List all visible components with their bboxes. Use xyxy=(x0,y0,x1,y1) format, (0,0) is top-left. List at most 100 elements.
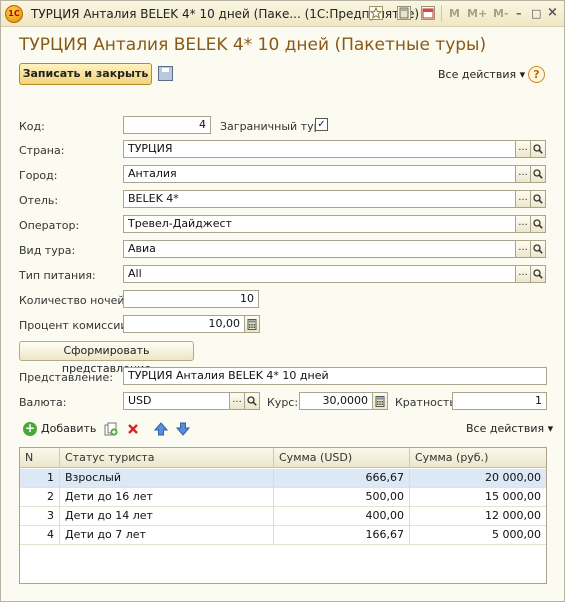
column-header-status[interactable]: Статус туриста xyxy=(60,448,274,468)
window-title: ТУРЦИЯ Анталия BELEK 4* 10 дней (Паке...… xyxy=(31,7,420,21)
hotel-select-button[interactable]: ... xyxy=(515,190,531,208)
minimize-button[interactable]: – xyxy=(516,7,522,20)
tourist-status-cell[interactable]: Дети до 14 лет xyxy=(60,507,274,526)
operator-label: Оператор: xyxy=(19,219,80,232)
multiplicity-label: Кратность: xyxy=(395,396,460,409)
meal-type-field[interactable]: All xyxy=(123,265,516,283)
currency-field[interactable]: USD xyxy=(123,392,230,410)
table-row[interactable]: 4 Дети до 7 лет 166,67 5 000,00 xyxy=(20,526,546,545)
all-actions-menu[interactable]: Все действия ▾ xyxy=(438,68,525,81)
move-up-icon[interactable] xyxy=(153,422,169,436)
rate-label: Курс: xyxy=(267,396,299,409)
nights-field[interactable]: 10 xyxy=(123,290,259,308)
sum-rub-cell[interactable]: 20 000,00 xyxy=(410,469,546,488)
sum-rub-cell[interactable]: 12 000,00 xyxy=(410,507,546,526)
column-header-n[interactable]: N xyxy=(20,448,60,468)
city-select-button[interactable]: ... xyxy=(515,165,531,183)
hotel-label: Отель: xyxy=(19,194,59,207)
search-icon[interactable] xyxy=(530,165,546,183)
search-icon[interactable] xyxy=(530,190,546,208)
tourist-status-cell[interactable]: Дети до 7 лет xyxy=(60,526,274,545)
form-heading: ТУРЦИЯ Анталия BELEK 4* 10 дней (Пакетны… xyxy=(19,35,487,55)
table-row[interactable]: 2 Дети до 16 лет 500,00 15 000,00 xyxy=(20,488,546,507)
table-header: N Статус туриста Сумма (USD) Сумма (руб.… xyxy=(20,448,546,468)
copy-row-icon[interactable] xyxy=(104,422,118,436)
commission-label: Процент комиссии: xyxy=(19,319,132,332)
meal-type-select-button[interactable]: ... xyxy=(515,265,531,283)
chevron-down-icon: ▾ xyxy=(547,422,554,435)
sum-usd-cell[interactable]: 666,67 xyxy=(274,469,410,488)
operator-select-button[interactable]: ... xyxy=(515,215,531,233)
country-label: Страна: xyxy=(19,144,65,157)
memory-button[interactable]: M xyxy=(449,7,460,20)
multiplicity-field[interactable]: 1 xyxy=(452,392,547,410)
move-down-icon[interactable] xyxy=(175,422,191,436)
sum-usd-cell[interactable]: 166,67 xyxy=(274,526,410,545)
add-row-button[interactable]: Добавить xyxy=(41,422,96,435)
city-label: Город: xyxy=(19,169,58,182)
row-number: 2 xyxy=(20,488,60,507)
search-icon[interactable] xyxy=(530,240,546,258)
sum-usd-cell[interactable]: 500,00 xyxy=(274,488,410,507)
calculator-icon[interactable] xyxy=(244,315,260,333)
save-floppy-icon[interactable] xyxy=(158,66,173,81)
calculator-icon[interactable] xyxy=(397,6,411,20)
commission-field[interactable]: 10,00 xyxy=(123,315,245,333)
all-actions-label: Все действия xyxy=(438,68,517,81)
favorite-star-icon[interactable] xyxy=(369,6,383,20)
meal-type-label: Тип питания: xyxy=(19,269,96,282)
column-header-sum-usd[interactable]: Сумма (USD) xyxy=(274,448,410,468)
table-row[interactable]: 1 Взрослый 666,67 20 000,00 xyxy=(20,469,546,488)
search-icon[interactable] xyxy=(530,140,546,158)
tourist-prices-table[interactable]: N Статус туриста Сумма (USD) Сумма (руб.… xyxy=(19,447,547,584)
tour-type-select-button[interactable]: ... xyxy=(515,240,531,258)
row-number: 4 xyxy=(20,526,60,545)
memory-minus-button[interactable]: M- xyxy=(493,7,509,20)
save-and-close-button[interactable]: Записать и закрыть xyxy=(19,63,152,85)
add-row-icon[interactable]: + xyxy=(23,422,37,436)
toolbar-separator xyxy=(441,5,442,22)
table-all-actions-label: Все действия xyxy=(466,422,545,435)
currency-label: Валюта: xyxy=(19,396,67,409)
foreign-tour-label: Заграничный тур: xyxy=(220,120,325,133)
search-icon[interactable] xyxy=(244,392,260,410)
city-field[interactable]: Анталия xyxy=(123,165,516,183)
rate-field[interactable]: 30,0000 xyxy=(299,392,373,410)
chevron-down-icon: ▾ xyxy=(519,68,526,81)
sum-rub-cell[interactable]: 5 000,00 xyxy=(410,526,546,545)
code-label: Код: xyxy=(19,120,45,133)
calculator-icon[interactable] xyxy=(372,392,388,410)
restore-button[interactable]: □ xyxy=(531,7,541,20)
table-all-actions-menu[interactable]: Все действия ▾ xyxy=(466,422,553,435)
table-row[interactable]: 3 Дети до 14 лет 400,00 12 000,00 xyxy=(20,507,546,526)
app-logo-icon[interactable]: 1С xyxy=(5,5,23,23)
presentation-label: Представление: xyxy=(19,371,113,384)
hotel-field[interactable]: BELEK 4* xyxy=(123,190,516,208)
generate-presentation-button[interactable]: Сформировать представление xyxy=(19,341,194,375)
form-window: 1С ТУРЦИЯ Анталия BELEK 4* 10 дней (Паке… xyxy=(0,0,565,602)
search-icon[interactable] xyxy=(530,215,546,233)
column-header-sum-rub[interactable]: Сумма (руб.) xyxy=(410,448,546,468)
country-select-button[interactable]: ... xyxy=(515,140,531,158)
tourist-status-cell[interactable]: Дети до 16 лет xyxy=(60,488,274,507)
memory-plus-button[interactable]: M+ xyxy=(467,7,487,20)
foreign-tour-checkbox[interactable]: ✓ xyxy=(315,118,328,131)
close-button[interactable]: × xyxy=(547,5,558,20)
search-icon[interactable] xyxy=(530,265,546,283)
tour-type-field[interactable]: Авиа xyxy=(123,240,516,258)
help-icon[interactable]: ? xyxy=(528,66,545,83)
presentation-field[interactable]: ТУРЦИЯ Анталия BELEK 4* 10 дней xyxy=(123,367,547,385)
calendar-icon[interactable] xyxy=(421,6,435,20)
code-field[interactable]: 4 xyxy=(123,116,211,134)
nights-label: Количество ночей: xyxy=(19,294,129,307)
delete-row-icon[interactable] xyxy=(126,422,140,436)
operator-field[interactable]: Тревел-Дайджест xyxy=(123,215,516,233)
currency-select-button[interactable]: ... xyxy=(229,392,245,410)
row-number: 1 xyxy=(20,469,60,488)
sum-rub-cell[interactable]: 15 000,00 xyxy=(410,488,546,507)
row-number: 3 xyxy=(20,507,60,526)
country-field[interactable]: ТУРЦИЯ xyxy=(123,140,516,158)
title-bar: 1С ТУРЦИЯ Анталия BELEK 4* 10 дней (Паке… xyxy=(1,1,564,27)
tourist-status-cell[interactable]: Взрослый xyxy=(60,469,274,488)
sum-usd-cell[interactable]: 400,00 xyxy=(274,507,410,526)
